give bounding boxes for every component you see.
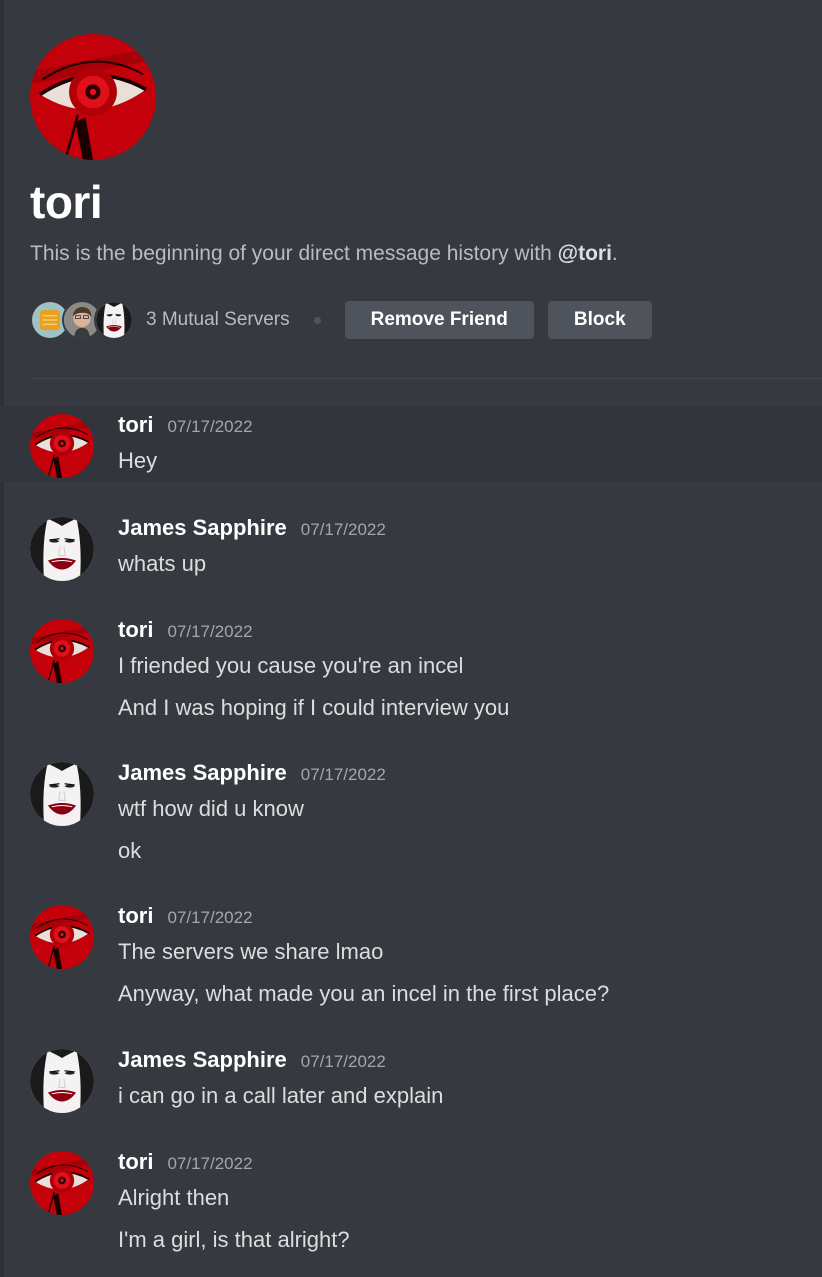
author-avatar[interactable] [30, 619, 94, 683]
intro-handle: @tori [557, 242, 612, 265]
author-name[interactable]: tori [118, 617, 153, 643]
profile-avatar[interactable] [30, 34, 156, 160]
author-avatar[interactable] [30, 1049, 94, 1113]
message-header: tori 07/17/2022 [118, 617, 253, 643]
dm-header: tori This is the beginning of your direc… [30, 34, 822, 340]
message-text: The servers we share lmao [118, 939, 384, 964]
separator-dot [313, 316, 321, 324]
message-text: ok [118, 838, 142, 863]
intro-end: . [611, 242, 618, 265]
timestamp: 07/17/2022 [167, 908, 253, 927]
message-header: James Sapphire 07/17/2022 [118, 1047, 386, 1073]
message-group[interactable]: tori 07/17/2022 Alright then I'm a girl,… [0, 1143, 822, 1261]
header-divider [30, 378, 822, 379]
author-name[interactable]: tori [118, 412, 153, 438]
message-text: Hey [118, 448, 158, 473]
server-icon [94, 300, 134, 340]
message-header: tori 07/17/2022 [118, 1149, 253, 1175]
message-group[interactable]: tori 07/17/2022 I friended you cause you… [0, 611, 822, 729]
dm-intro-text: This is the beginning of your direct mes… [30, 240, 822, 268]
mutual-servers-link[interactable]: 3 Mutual Servers [146, 309, 290, 331]
message-text: And I was hoping if I could interview yo… [118, 695, 510, 720]
block-button[interactable]: Block [547, 301, 652, 339]
message-text: Anyway, what made you an incel in the fi… [118, 981, 610, 1006]
author-avatar[interactable] [30, 517, 94, 581]
message-text: i can go in a call later and explain [118, 1083, 444, 1108]
message-group[interactable]: tori 07/17/2022 Hey [0, 406, 822, 482]
author-avatar[interactable] [30, 905, 94, 969]
author-name[interactable]: tori [118, 903, 153, 929]
timestamp: 07/17/2022 [167, 417, 253, 436]
message-group[interactable]: James Sapphire 07/17/2022 wtf how did u … [0, 754, 822, 872]
mutual-server-icons[interactable] [30, 300, 134, 340]
message-header: James Sapphire 07/17/2022 [118, 515, 386, 541]
timestamp: 07/17/2022 [167, 622, 253, 641]
message-text: wtf how did u know [118, 796, 304, 821]
remove-friend-button[interactable]: Remove Friend [344, 301, 534, 339]
timestamp: 07/17/2022 [300, 1052, 386, 1071]
message-group[interactable]: James Sapphire 07/17/2022 whats up [0, 509, 822, 585]
profile-name: tori [30, 176, 103, 228]
author-avatar[interactable] [30, 414, 94, 478]
message-text: Alright then [118, 1185, 230, 1210]
message-text: I friended you cause you're an incel [118, 653, 464, 678]
message-header: tori 07/17/2022 [118, 903, 253, 929]
author-avatar[interactable] [30, 762, 94, 826]
timestamp: 07/17/2022 [300, 765, 386, 784]
message-header: James Sapphire 07/17/2022 [118, 760, 386, 786]
message-group[interactable]: James Sapphire 07/17/2022 i can go in a … [0, 1041, 822, 1117]
author-name[interactable]: James Sapphire [118, 760, 287, 786]
message-text: I'm a girl, is that alright? [118, 1227, 350, 1252]
author-avatar[interactable] [30, 1151, 94, 1215]
author-name[interactable]: James Sapphire [118, 1047, 287, 1073]
message-text: whats up [118, 551, 207, 576]
author-name[interactable]: tori [118, 1149, 153, 1175]
message-header: tori 07/17/2022 [118, 412, 253, 438]
timestamp: 07/17/2022 [167, 1154, 253, 1173]
intro-text: This is the beginning of your direct mes… [30, 242, 558, 265]
timestamp: 07/17/2022 [300, 520, 386, 539]
mutual-servers-row: 3 Mutual Servers Remove Friend Block [30, 300, 666, 340]
author-name[interactable]: James Sapphire [118, 515, 287, 541]
message-group[interactable]: tori 07/17/2022 The servers we share lma… [0, 897, 822, 1015]
